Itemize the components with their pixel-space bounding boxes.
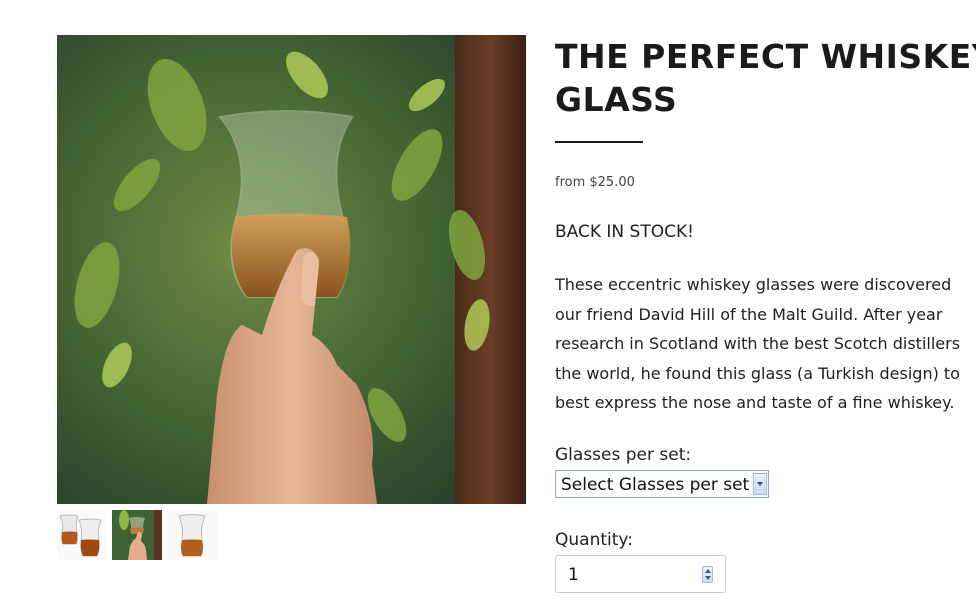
description-line: research in Scotland with the best Scotc… <box>555 334 961 353</box>
description-line: the world, he found this glass (a Turkis… <box>555 363 960 383</box>
description-line: our friend David Hill of the Malt Guild.… <box>555 304 943 324</box>
glass-image-icon <box>57 510 107 560</box>
quantity-value: 1 <box>568 565 579 585</box>
product-title: THE PERFECT WHISKEY GLASS <box>555 35 976 121</box>
increment-arrow-icon[interactable] <box>705 569 711 573</box>
whiskey-glass-photo <box>57 35 526 504</box>
product-description: These eccentric whiskey glasses were dis… <box>555 270 960 418</box>
product-title-line: THE PERFECT WHISKEY <box>555 37 976 76</box>
quantity-label: Quantity: <box>555 530 633 550</box>
description-line: best express the nose and taste of a fin… <box>555 393 955 412</box>
thumbnail-single-glass[interactable] <box>167 510 217 560</box>
quantity-stepper[interactable] <box>702 566 713 583</box>
description-line: These eccentric whiskey glasses were dis… <box>555 275 952 294</box>
product-main-image <box>57 35 526 504</box>
glasses-per-set-label: Glasses per set: <box>555 445 692 465</box>
product-price: from $25.00 <box>555 175 635 190</box>
product-title-line: GLASS <box>555 80 678 119</box>
glass-image-icon <box>167 510 217 560</box>
quantity-input[interactable]: 1 <box>555 555 726 593</box>
chevron-down-icon[interactable] <box>753 473 767 495</box>
decrement-arrow-icon[interactable] <box>705 576 711 580</box>
stock-notice: BACK IN STOCK! <box>555 222 694 242</box>
thumbnail-two-glasses[interactable] <box>57 510 107 560</box>
title-divider <box>555 141 643 143</box>
glass-in-hand-image-icon <box>112 510 162 560</box>
glasses-per-set-value: Select Glasses per set <box>561 475 750 495</box>
thumbnail-hand-holding-glass[interactable] <box>112 510 162 560</box>
glasses-per-set-select[interactable]: Select Glasses per set <box>555 470 769 498</box>
